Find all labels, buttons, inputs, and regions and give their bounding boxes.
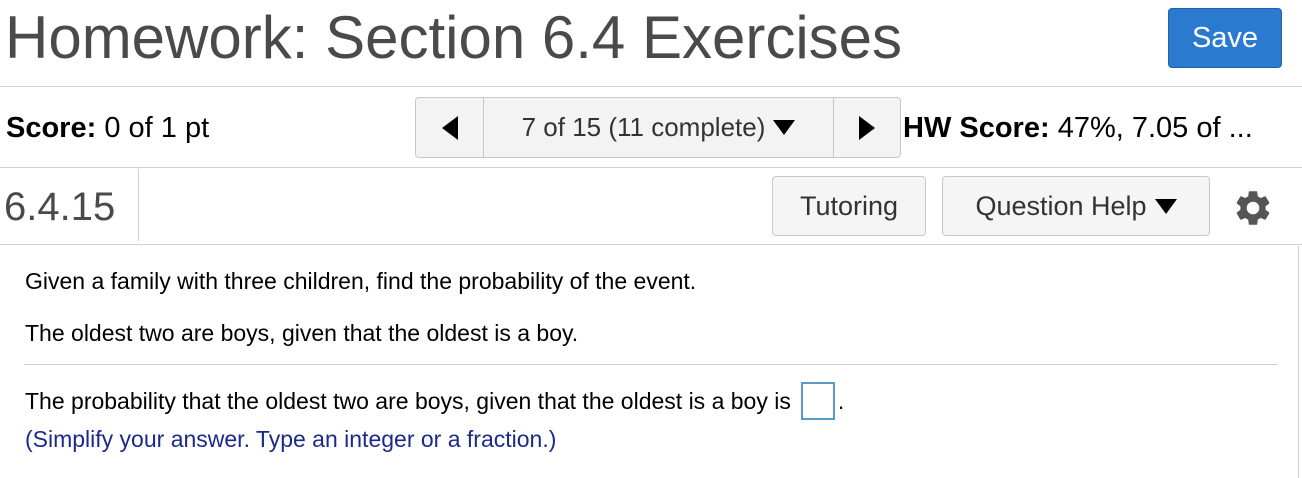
question-select-dropdown[interactable]: 7 of 15 (11 complete) bbox=[484, 98, 834, 157]
question-content: Given a family with three children, find… bbox=[0, 246, 1302, 478]
separator bbox=[24, 364, 1278, 365]
question-help-button[interactable]: Question Help bbox=[942, 176, 1210, 236]
answer-input[interactable] bbox=[800, 382, 835, 420]
tutoring-button[interactable]: Tutoring bbox=[772, 176, 926, 236]
score: Score: 0 of 1 pt bbox=[6, 112, 209, 145]
score-bar: Score: 0 of 1 pt 7 of 15 (11 complete) H… bbox=[0, 88, 1302, 168]
triangle-right-icon bbox=[859, 115, 875, 140]
question-bar: 6.4.15 Tutoring Question Help bbox=[0, 169, 1302, 245]
save-button[interactable]: Save bbox=[1168, 8, 1282, 68]
content-border bbox=[1298, 246, 1299, 478]
chevron-down-icon bbox=[773, 120, 796, 135]
question-status: 7 of 15 (11 complete) bbox=[521, 112, 766, 142]
question-id: 6.4.15 bbox=[4, 185, 116, 229]
score-label: Score: bbox=[6, 112, 97, 144]
hw-score-value: 47%, 7.05 of ... bbox=[1057, 112, 1253, 144]
question-prompt: Given a family with three children, find… bbox=[25, 268, 697, 294]
divider bbox=[138, 169, 139, 241]
answer-line: The probability that the oldest two are … bbox=[25, 382, 844, 420]
score-value: 0 of 1 pt bbox=[104, 112, 210, 144]
triangle-left-icon bbox=[441, 115, 458, 140]
answer-hint: (Simplify your answer. Type an integer o… bbox=[25, 426, 557, 452]
hw-score: HW Score: 47%, 7.05 of ... bbox=[903, 112, 1283, 145]
question-navigator: 7 of 15 (11 complete) bbox=[415, 97, 901, 158]
page-title: Homework: Section 6.4 Exercises bbox=[5, 4, 903, 71]
gear-icon[interactable] bbox=[1232, 187, 1274, 229]
question-event: The oldest two are boys, given that the … bbox=[25, 320, 579, 346]
question-help-label: Question Help bbox=[975, 190, 1147, 221]
title-bar: Homework: Section 6.4 Exercises Save bbox=[0, 0, 1302, 87]
chevron-down-icon bbox=[1154, 198, 1177, 214]
tutoring-label: Tutoring bbox=[799, 190, 899, 221]
answer-suffix: . bbox=[837, 387, 845, 414]
answer-prefix: The probability that the oldest two are … bbox=[25, 387, 791, 414]
hw-score-label: HW Score: bbox=[903, 112, 1050, 144]
next-question-button[interactable] bbox=[834, 98, 900, 157]
previous-question-button[interactable] bbox=[416, 98, 484, 157]
